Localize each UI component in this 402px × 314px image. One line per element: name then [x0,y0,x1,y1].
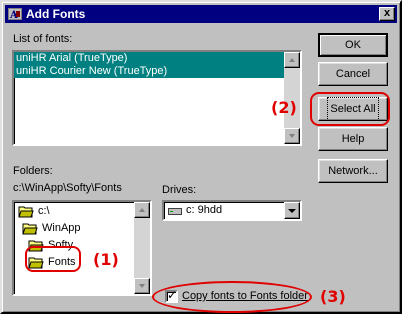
drives-selected-value: c: 9hdd [186,204,223,216]
fonts-listbox[interactable]: uniHR Arial (TrueType) uniHR Courier New … [12,50,302,146]
annotation-ellipse-copy-fonts [152,281,312,313]
help-button[interactable]: Help [318,127,388,151]
add-fonts-dialog: A Add Fonts x List of fonts: uniHR Arial… [0,0,402,314]
scroll-down-icon [139,284,145,288]
current-folder-path: c:\WinApp\Softy\Fonts [13,182,122,194]
annotation-ring-fonts [25,246,81,272]
title-bar[interactable]: A Add Fonts x [5,5,397,23]
font-list-item[interactable]: uniHR Arial (TrueType) [14,52,284,65]
folders-label: Folders: [13,165,53,177]
scroll-down-icon [289,134,295,138]
cancel-button-label: Cancel [335,68,371,80]
scroll-down-button[interactable] [284,128,300,144]
annotation-label-1: (1) [93,250,119,269]
scroll-up-button[interactable] [284,52,300,68]
drives-label: Drives: [162,184,197,196]
scroll-up-icon [139,208,145,212]
font-list-item[interactable]: uniHR Courier New (TrueType) [14,65,284,78]
annotation-label-2: (2) [271,98,297,117]
close-icon: x [383,7,391,19]
window-title: Add Fonts [26,7,86,21]
folders-scroll-up-button[interactable] [134,202,150,218]
ok-button-label: OK [345,39,361,51]
folder-name: WinApp [42,222,81,234]
drives-select[interactable]: c: 9hdd [162,200,302,221]
open-folder-icon [22,223,38,235]
cancel-button[interactable]: Cancel [318,62,388,86]
open-folder-icon [18,206,34,218]
list-of-fonts-label: List of fonts: [13,33,73,45]
network-button-label: Network... [328,165,378,177]
annotation-ring-select-all [310,92,390,126]
chevron-down-icon [288,209,296,213]
folder-name: c:\ [38,205,50,217]
app-icon: A [8,8,22,21]
hard-drive-icon [168,208,182,215]
help-button-label: Help [341,133,365,145]
drives-dropdown-button[interactable] [284,202,300,219]
network-button[interactable]: Network... [318,159,388,183]
scroll-up-icon [289,58,295,62]
ok-button[interactable]: OK [318,33,388,57]
folders-tree-scrollbar[interactable] [134,202,150,294]
close-button[interactable]: x [379,7,395,21]
annotation-label-3: (3) [320,287,346,306]
folders-scroll-down-button[interactable] [134,278,150,294]
